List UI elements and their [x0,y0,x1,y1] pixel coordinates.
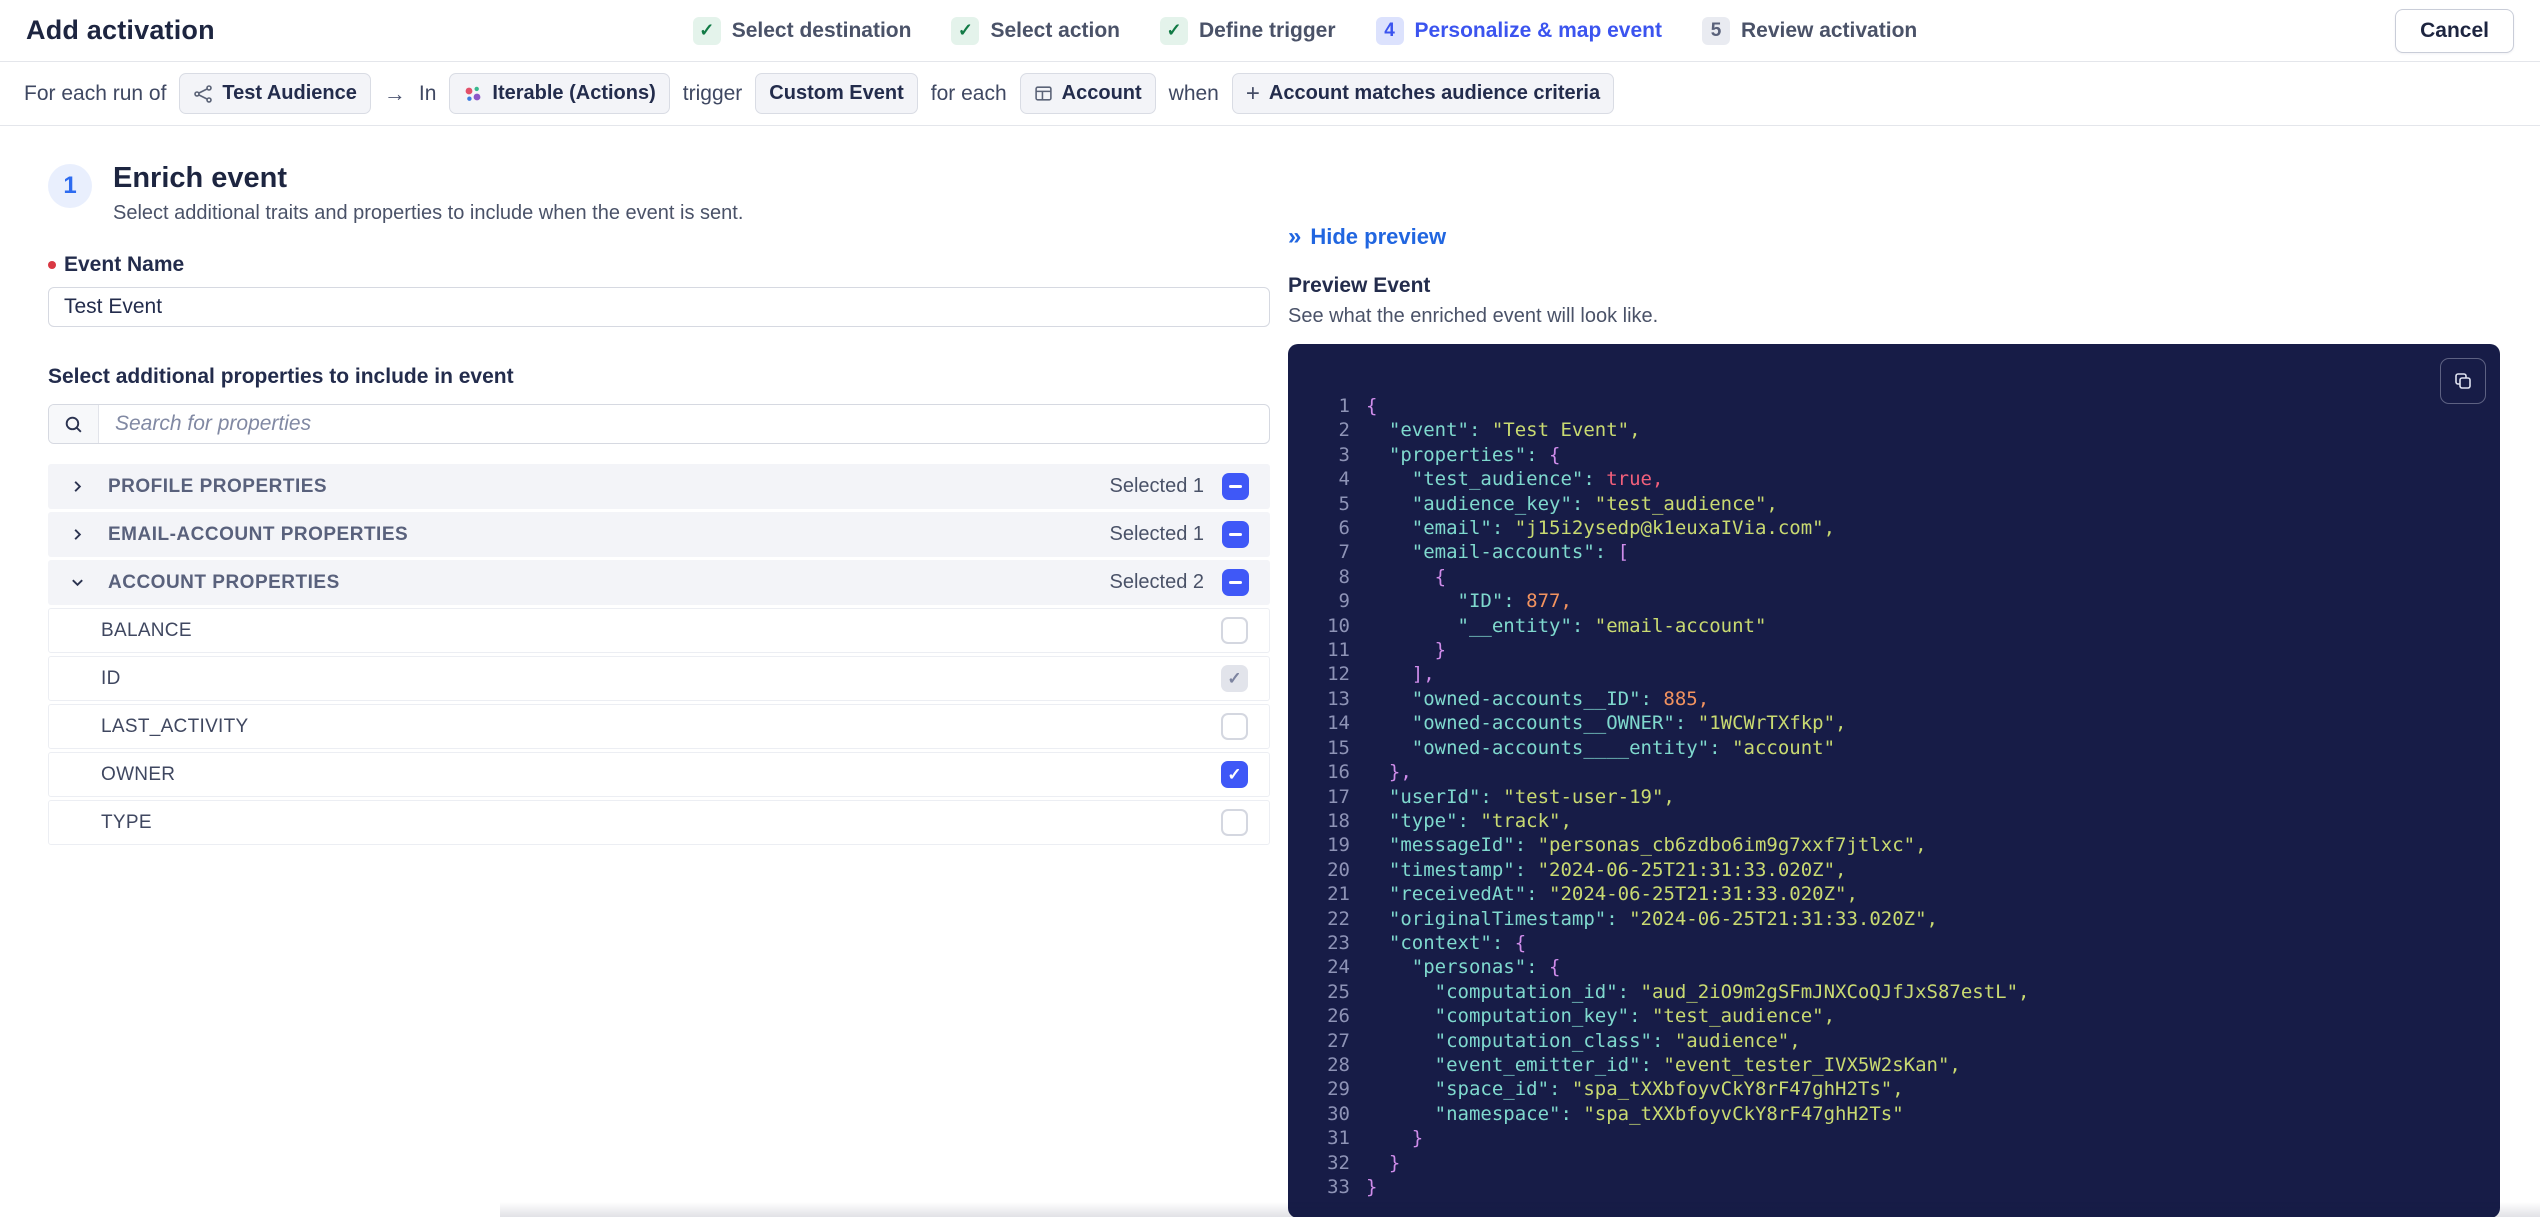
section-title: Enrich event [113,162,288,194]
check-icon: ✓ [692,16,721,45]
section-profile-properties[interactable]: PROFILE PROPERTIES Selected 1 [48,464,1270,509]
step-review-activation[interactable]: 5 Review activation [1701,16,1917,45]
event-name-input[interactable] [48,287,1270,327]
section-checkbox[interactable] [1222,473,1249,500]
property-checkbox[interactable] [1221,617,1248,644]
chevron-down-icon [69,575,85,590]
property-label: ID [101,667,121,689]
property-label: OWNER [101,763,176,785]
section-step-header: 1 Enrich event Select additional traits … [48,162,1270,225]
property-row-balance[interactable]: BALANCE [48,608,1270,653]
properties-section-label: Select additional properties to include … [48,365,514,388]
event-type-chip: Custom Event [755,73,918,114]
section-checkbox[interactable] [1222,569,1249,596]
property-label: TYPE [101,811,152,833]
arrow-right-icon: → [383,80,406,106]
event-preview-code-panel: 1{2 "event": "Test Event", 3 "properties"… [1288,344,2500,1217]
when-text: when [1168,81,1219,105]
selected-count: Selected 2 [1109,571,1204,593]
check-icon: ✓ [1160,16,1189,45]
preview-title: Preview Event [1288,274,1431,297]
footer-shadow [500,1202,2540,1217]
chevron-right-icon [69,479,85,494]
destination-chip: Iterable (Actions) [449,73,670,114]
selected-count: Selected 1 [1109,475,1204,497]
main-content: 1 Enrich event Select additional traits … [0,126,2540,1217]
table-grid-icon [1034,86,1052,101]
audience-network-icon [194,84,213,103]
audience-chip: Test Audience [179,73,371,114]
properties-accordion: PROFILE PROPERTIES Selected 1 EMAIL-ACCO… [48,464,1270,845]
event-name-label: Event Name [48,253,1270,277]
trigger-text: trigger [682,81,743,105]
step-select-destination[interactable]: ✓ Select destination [692,16,911,45]
property-row-id[interactable]: ID ✓ [48,656,1270,701]
hide-preview-link[interactable]: » Hide preview [1288,224,1446,250]
plus-icon: + [1245,79,1260,107]
app-header: Add activation ✓ Select destination ✓ Se… [0,0,2540,62]
property-label: BALANCE [101,619,192,641]
section-account-properties[interactable]: ACCOUNT PROPERTIES Selected 2 [48,560,1270,605]
step-select-action[interactable]: ✓ Select action [951,16,1120,45]
enrich-event-section: 1 Enrich event Select additional traits … [48,162,1270,848]
step-number-badge: 5 [1701,16,1730,45]
check-icon: ✓ [951,16,980,45]
search-input[interactable] [99,405,1269,443]
section-checkbox[interactable] [1222,521,1249,548]
selected-count: Selected 1 [1109,523,1204,545]
entity-chip: Account [1019,73,1156,114]
property-row-type[interactable]: TYPE [48,800,1270,845]
step-personalize-map-event[interactable]: 4 Personalize & map event [1375,16,1662,45]
section-subtitle: Select additional traits and properties … [113,202,744,224]
property-checkbox: ✓ [1221,665,1248,692]
preview-subtitle: See what the enriched event will look li… [1288,305,1659,327]
copy-icon [2455,373,2471,389]
for-each-text: for each [930,81,1007,105]
property-row-owner[interactable]: OWNER ✓ [48,752,1270,797]
page-title: Add activation [26,15,215,45]
property-checkbox[interactable] [1221,713,1248,740]
copy-button[interactable] [2440,358,2486,404]
trigger-summary-bar: For each run of Test Audience → In Itera… [0,62,2540,126]
section-email-account-properties[interactable]: EMAIL-ACCOUNT PROPERTIES Selected 1 [48,512,1270,557]
in-text: In [418,81,437,105]
trigger-prefix-text: For each run of [24,81,167,105]
code-block: 1{2 "event": "Test Event", 3 "properties"… [1327,395,2030,1198]
iterable-logo-icon [466,86,481,101]
property-row-last_activity[interactable]: LAST_ACTIVITY [48,704,1270,749]
step-number-badge: 4 [1375,16,1404,45]
search-icon [49,405,99,443]
add-criteria-chip[interactable]: + Account matches audience criteria [1231,73,1615,114]
chevron-right-icon [69,527,85,542]
required-dot-icon [48,261,56,269]
property-checkbox[interactable]: ✓ [1221,761,1248,788]
preview-panel: » Hide preview Preview Event See what th… [1288,162,2500,1217]
property-search [48,404,1270,444]
step-define-trigger[interactable]: ✓ Define trigger [1160,16,1336,45]
wizard-stepper: ✓ Select destination ✓ Select action ✓ D… [692,16,1917,45]
cancel-button[interactable]: Cancel [2395,8,2514,53]
section-step-number: 1 [48,164,92,208]
property-checkbox[interactable] [1221,809,1248,836]
double-chevron-right-icon: » [1288,223,1302,250]
account-properties-list: BALANCE ID ✓ LAST_ACTIVITY OWNER ✓ TYPE [48,608,1270,845]
property-label: LAST_ACTIVITY [101,715,249,737]
